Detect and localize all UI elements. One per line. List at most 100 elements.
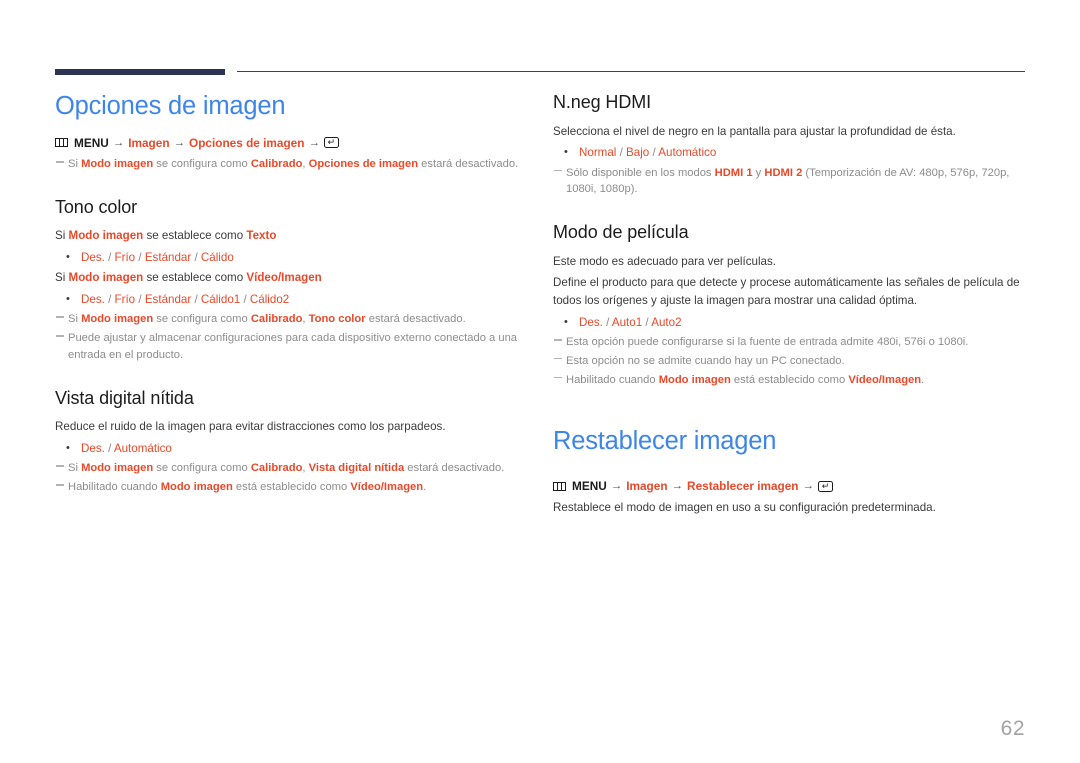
arrow-icon: → <box>173 136 186 149</box>
bullet-icon: • <box>564 315 568 328</box>
enter-key-icon: ↵ <box>323 137 339 149</box>
condition-highlight: Modo imagen <box>68 271 144 285</box>
bullet-icon: • <box>564 146 568 159</box>
arrow-icon: → <box>112 136 125 149</box>
note-highlight: Modo imagen <box>81 462 154 475</box>
note-highlight: Calibrado <box>250 462 303 475</box>
section-title-nneg-hdmi: N.neg HDMI <box>553 92 652 112</box>
bullet-icon: • <box>66 442 70 455</box>
page-number: 62 <box>1000 717 1025 740</box>
menu-path-step-opciones: Opciones de imagen <box>189 135 305 150</box>
note-dash-icon <box>553 334 566 351</box>
condition-highlight: Modo imagen <box>68 229 144 243</box>
note-highlight: Calibrado <box>250 313 303 326</box>
restablecer-imagen-description: Restablece el modo de imagen en uso a su… <box>553 501 936 515</box>
note-modo-pelicula-fuente: Esta opción puede configurarse si la fue… <box>553 334 1028 351</box>
note-dash-icon <box>55 311 68 328</box>
note-text: Habilitado cuando <box>566 373 659 386</box>
note-highlight: Modo imagen <box>658 373 731 386</box>
note-highlight: Modo imagen <box>160 481 233 494</box>
note-text: . <box>423 481 427 494</box>
arrow-icon: → <box>610 480 623 493</box>
condition-highlight: Texto <box>246 229 277 243</box>
right-column: N.neg HDMI Selecciona el nivel de negro … <box>553 92 1028 521</box>
note-text: Si <box>68 313 82 326</box>
menu-path-restablecer-imagen: MENU → Imagen → Restablecer imagen → ↵ <box>553 478 1028 495</box>
arrow-icon: → <box>671 480 684 493</box>
note-text: estará desactivado. <box>365 313 466 326</box>
note-dash-icon <box>553 165 566 199</box>
condition-text: Si <box>55 229 69 243</box>
vista-digital-description: Reduce el ruido de la imagen para evitar… <box>55 420 446 434</box>
note-highlight: Vista digital nítida <box>308 462 405 475</box>
note-dash-icon <box>55 330 68 364</box>
bullet-icon: • <box>66 293 70 306</box>
menu-path-opciones-de-imagen: MENU → Imagen → Opciones de imagen → ↵ <box>55 135 525 152</box>
condition-text: se establece como <box>143 229 247 243</box>
note-text: y <box>752 166 765 179</box>
menu-path-label: MENU <box>74 135 109 150</box>
note-highlight: HDMI 1 <box>714 166 753 179</box>
note-text: se configura como <box>153 462 251 475</box>
menu-grid-icon <box>55 138 68 148</box>
note-nneg-hdmi-disponible: Sólo disponible en los modos HDMI 1 y HD… <box>553 165 1028 199</box>
note-highlight: Calibrado <box>250 158 303 171</box>
note-text: Habilitado cuando <box>68 481 161 494</box>
page-title-restablecer-imagen: Restablecer imagen <box>553 427 777 456</box>
menu-path-step-restablecer: Restablecer imagen <box>687 478 799 493</box>
list-item-nneg-hdmi-options: • Normal / Bajo / Automático <box>553 144 1028 161</box>
note-text: Esta opción puede configurarse si la fue… <box>566 336 969 348</box>
note-highlight: Opciones de imagen <box>308 158 419 171</box>
option-list: Des. / Auto1 / Auto2 <box>579 315 682 329</box>
note-dash-icon <box>553 372 566 389</box>
condition-text: Si <box>55 271 69 285</box>
menu-path-step-imagen: Imagen <box>626 478 668 493</box>
tono-color-condition-1: Si Modo imagen se establece como Texto <box>55 227 525 245</box>
section-title-vista-digital-nitida: Vista digital nítida <box>55 387 194 408</box>
note-text: está establecido como <box>730 373 849 386</box>
option-list: Des. / Frío / Estándar / Cálido <box>81 251 234 265</box>
left-column: Opciones de imagen MENU → Imagen → Opcio… <box>55 92 525 498</box>
note-highlight: Tono color <box>308 313 366 326</box>
note-text: está establecido como <box>232 481 351 494</box>
note-calibrado-opciones: Si Modo imagen se configura como Calibra… <box>55 156 525 173</box>
option-list: Des. / Automático <box>81 442 172 456</box>
list-item-modo-pelicula-options: • Des. / Auto1 / Auto2 <box>553 314 1028 331</box>
page-title: Opciones de imagen <box>55 92 286 120</box>
note-text: se configura como <box>153 158 251 171</box>
note-tono-color-almacenar: Puede ajustar y almacenar configuracione… <box>55 330 525 364</box>
modo-pelicula-description-1: Este modo es adecuado para ver películas… <box>553 254 776 268</box>
note-dash-icon <box>553 353 566 370</box>
note-text: Puede ajustar y almacenar configuracione… <box>68 332 518 362</box>
note-text: Sólo disponible en los modos <box>566 166 715 179</box>
bullet-icon: • <box>66 251 70 264</box>
note-dash-icon <box>55 156 68 173</box>
modo-pelicula-description-2: Define el producto para que detecte y pr… <box>553 276 1020 307</box>
note-text: Si <box>68 462 82 475</box>
arrow-icon: → <box>802 480 815 493</box>
note-text: estará desactivado. <box>418 158 519 171</box>
section-title-modo-de-pelicula: Modo de película <box>553 222 689 243</box>
list-item-tono-color-texto: • Des. / Frío / Estándar / Cálido <box>55 249 525 266</box>
note-dash-icon <box>55 460 68 477</box>
tono-color-condition-2: Si Modo imagen se establece como Vídeo/I… <box>55 269 525 287</box>
menu-path-label: MENU <box>572 478 607 493</box>
note-highlight: HDMI 2 <box>764 166 803 179</box>
list-item-tono-color-video: • Des. / Frío / Estándar / Cálido1 / Cál… <box>55 291 525 308</box>
note-tono-color-calibrado: Si Modo imagen se configura como Calibra… <box>55 311 525 328</box>
option-list: Normal / Bajo / Automático <box>579 146 717 160</box>
note-text: Esta opción no se admite cuando hay un P… <box>566 354 845 367</box>
condition-text: se establece como <box>143 271 247 285</box>
note-highlight: Vídeo/Imagen <box>848 373 922 386</box>
enter-key-icon: ↵ <box>818 480 834 492</box>
list-item-vista-digital-options: • Des. / Automático <box>55 440 525 457</box>
section-title-tono-color: Tono color <box>55 196 138 217</box>
nneg-hdmi-description: Selecciona el nivel de negro en la panta… <box>553 124 956 138</box>
note-text: estará desactivado. <box>404 462 505 475</box>
note-dash-icon <box>55 479 68 496</box>
option-list: Des. / Frío / Estándar / Cálido1 / Cálid… <box>81 293 290 307</box>
note-vista-digital-habilitado: Habilitado cuando Modo imagen está estab… <box>55 479 525 496</box>
header-rule-thick <box>55 69 225 75</box>
arrow-icon: → <box>308 136 320 149</box>
note-highlight: Modo imagen <box>81 313 154 326</box>
